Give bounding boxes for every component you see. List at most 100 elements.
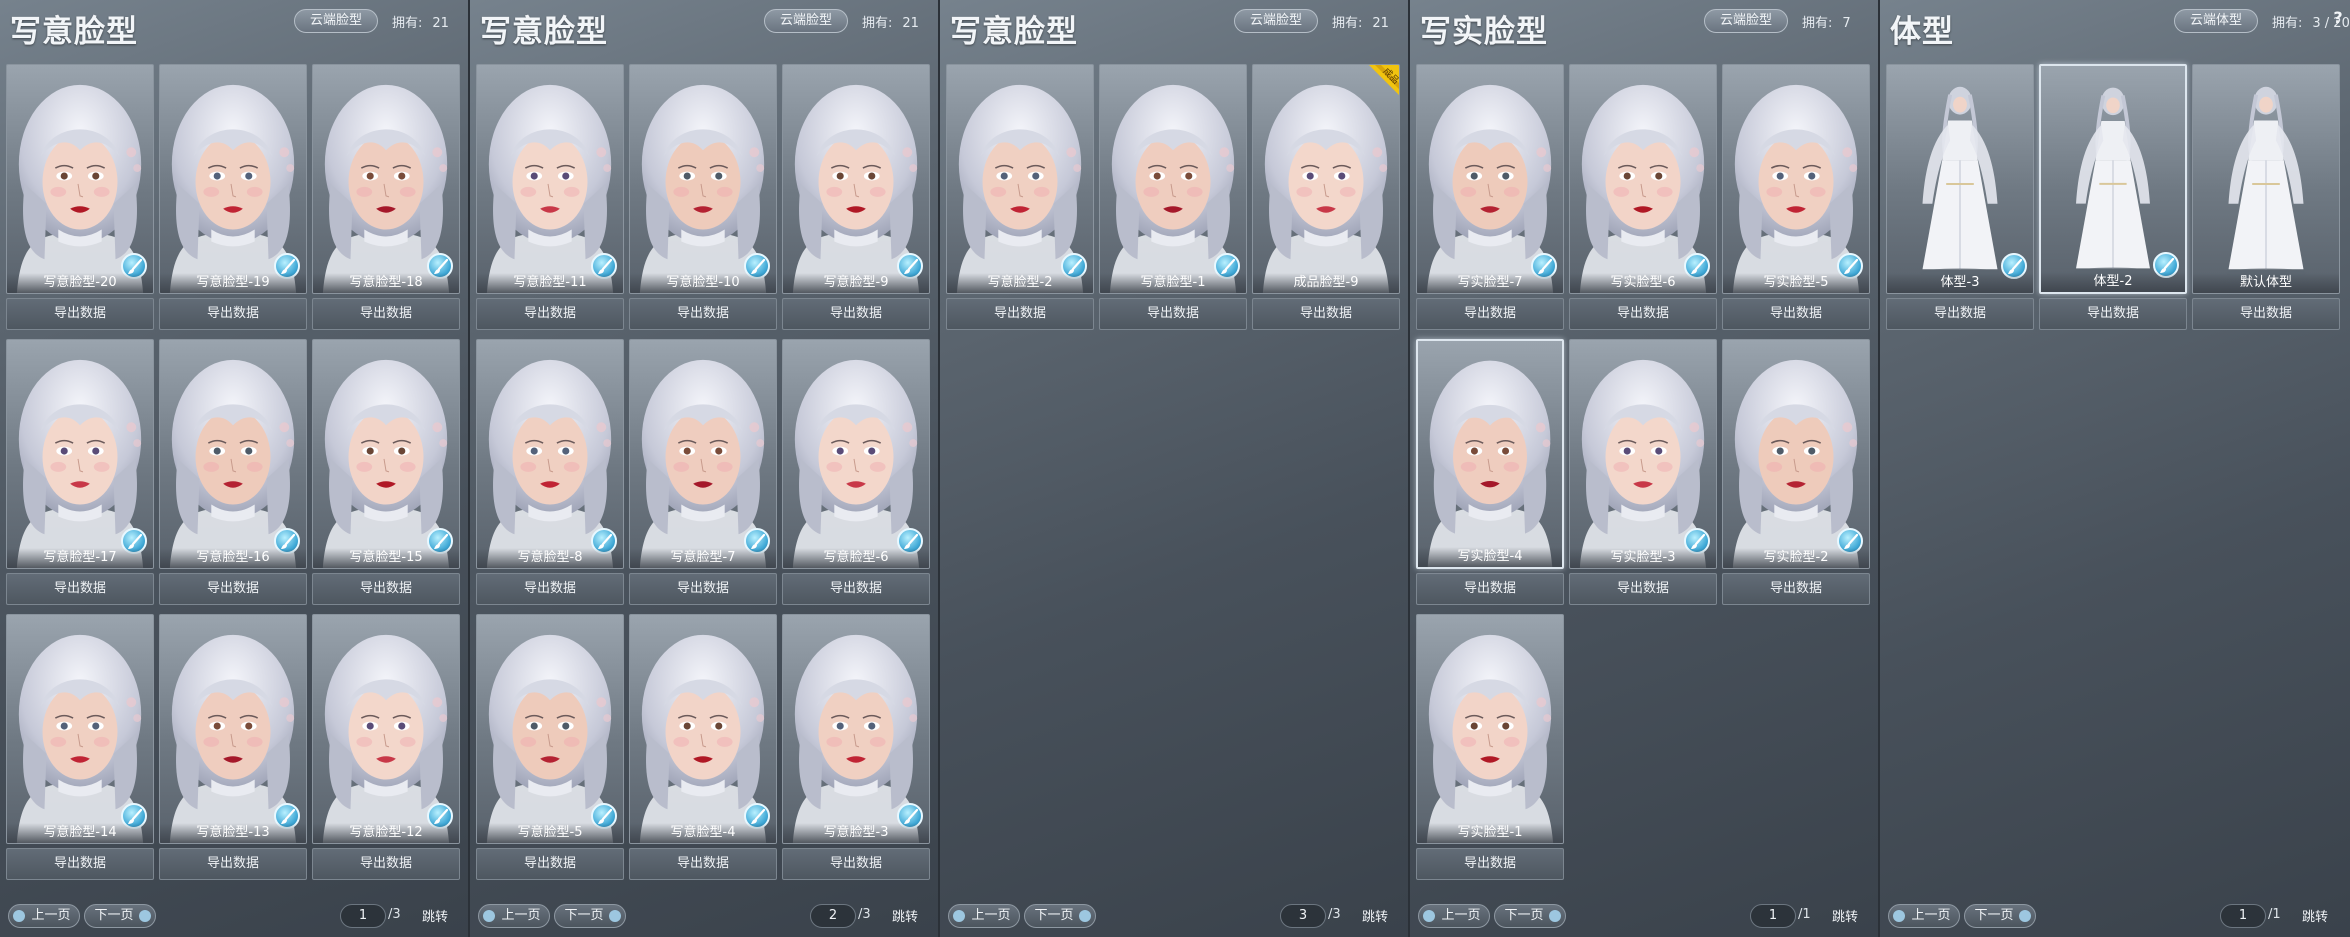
preset-card[interactable]: 写意脸型-14 bbox=[6, 614, 154, 844]
page-number-input[interactable]: 3 bbox=[1280, 904, 1326, 928]
body-portrait bbox=[2226, 86, 2306, 279]
preset-card[interactable]: 写意脸型-4 bbox=[629, 614, 777, 844]
page-number-input[interactable]: 1 bbox=[340, 904, 386, 928]
prev-page-button[interactable]: 上一页 bbox=[8, 904, 80, 928]
export-data-button[interactable]: 导出数据 bbox=[476, 848, 624, 880]
export-data-button[interactable]: 导出数据 bbox=[159, 848, 307, 880]
jump-button[interactable]: 跳转 bbox=[1832, 906, 1858, 925]
prev-page-button[interactable]: 上一页 bbox=[1418, 904, 1490, 928]
prev-page-button[interactable]: 上一页 bbox=[1888, 904, 1960, 928]
export-data-button[interactable]: 导出数据 bbox=[1886, 298, 2034, 330]
cloud-preset-button[interactable]: 云端脸型 bbox=[294, 9, 378, 33]
page-number-input[interactable]: 1 bbox=[2220, 904, 2266, 928]
export-data-button[interactable]: 导出数据 bbox=[476, 298, 624, 330]
cloud-preset-button[interactable]: 云端脸型 bbox=[1234, 9, 1318, 33]
export-data-button[interactable]: 导出数据 bbox=[159, 298, 307, 330]
export-data-button[interactable]: 导出数据 bbox=[1722, 298, 1870, 330]
export-data-button[interactable]: 导出数据 bbox=[1416, 848, 1564, 880]
preset-card[interactable]: 写实脸型-3 bbox=[1569, 339, 1717, 569]
export-data-button[interactable]: 导出数据 bbox=[782, 573, 930, 605]
preset-card[interactable]: 写意脸型-12 bbox=[312, 614, 460, 844]
export-data-button[interactable]: 导出数据 bbox=[312, 573, 460, 605]
preset-card[interactable]: 写实脸型-2 bbox=[1722, 339, 1870, 569]
export-data-button[interactable]: 导出数据 bbox=[476, 573, 624, 605]
preset-card[interactable]: 写意脸型-17 bbox=[6, 339, 154, 569]
export-data-button[interactable]: 导出数据 bbox=[629, 573, 777, 605]
export-data-button[interactable]: 导出数据 bbox=[629, 298, 777, 330]
preset-name: 写实脸型-3 bbox=[1570, 548, 1716, 568]
preset-card[interactable]: 写实脸型-7 bbox=[1416, 64, 1564, 294]
export-data-button[interactable]: 导出数据 bbox=[6, 848, 154, 880]
jump-button[interactable]: 跳转 bbox=[1362, 906, 1388, 925]
preset-name: 写实脸型-6 bbox=[1570, 273, 1716, 293]
preset-card[interactable]: 写意脸型-19 bbox=[159, 64, 307, 294]
question-icon[interactable]: ? bbox=[2330, 8, 2346, 28]
owned-count: 21 bbox=[902, 16, 919, 31]
preset-card[interactable]: 写意脸型-1 bbox=[1099, 64, 1247, 294]
preset-card[interactable]: 成品 成品脸型-9 bbox=[1252, 64, 1400, 294]
preset-slot: 写实脸型-6 导出数据 bbox=[1569, 64, 1717, 330]
jump-button[interactable]: 跳转 bbox=[892, 906, 918, 925]
preset-card[interactable]: 体型-2 bbox=[2039, 64, 2187, 294]
preset-card[interactable]: 写意脸型-9 bbox=[782, 64, 930, 294]
jump-button[interactable]: 跳转 bbox=[422, 906, 448, 925]
arrow-right-icon bbox=[609, 910, 621, 922]
export-data-button[interactable]: 导出数据 bbox=[782, 298, 930, 330]
preset-card[interactable]: 写意脸型-8 bbox=[476, 339, 624, 569]
export-data-button[interactable]: 导出数据 bbox=[1569, 573, 1717, 605]
page-total: /3 bbox=[1328, 907, 1341, 922]
preset-card[interactable]: 写意脸型-20 bbox=[6, 64, 154, 294]
preset-card[interactable]: 写意脸型-11 bbox=[476, 64, 624, 294]
export-data-button[interactable]: 导出数据 bbox=[1722, 573, 1870, 605]
page-number-input[interactable]: 1 bbox=[1750, 904, 1796, 928]
next-page-button[interactable]: 下一页 bbox=[1964, 904, 2036, 928]
preset-card[interactable]: 写意脸型-6 bbox=[782, 339, 930, 569]
next-page-button[interactable]: 下一页 bbox=[1024, 904, 1096, 928]
preset-card[interactable]: 默认体型 bbox=[2192, 64, 2340, 294]
next-page-button[interactable]: 下一页 bbox=[84, 904, 156, 928]
preset-card[interactable]: 写实脸型-1 bbox=[1416, 614, 1564, 844]
preset-card[interactable]: 写意脸型-16 bbox=[159, 339, 307, 569]
preset-card[interactable]: 写意脸型-15 bbox=[312, 339, 460, 569]
export-data-button[interactable]: 导出数据 bbox=[159, 573, 307, 605]
export-data-button[interactable]: 导出数据 bbox=[1569, 298, 1717, 330]
preset-card[interactable]: 写实脸型-6 bbox=[1569, 64, 1717, 294]
preset-card[interactable]: 写意脸型-2 bbox=[946, 64, 1094, 294]
preset-card[interactable]: 写实脸型-4 bbox=[1416, 339, 1564, 569]
preset-card[interactable]: 写意脸型-3 bbox=[782, 614, 930, 844]
export-data-button[interactable]: 导出数据 bbox=[312, 298, 460, 330]
cloud-preset-button[interactable]: 云端脸型 bbox=[764, 9, 848, 33]
preset-slot: 体型-3 导出数据 bbox=[1886, 64, 2034, 330]
export-data-button[interactable]: 导出数据 bbox=[782, 848, 930, 880]
preset-name: 写意脸型-13 bbox=[160, 823, 306, 843]
preset-card[interactable]: 写意脸型-5 bbox=[476, 614, 624, 844]
preset-card[interactable]: 体型-3 bbox=[1886, 64, 2034, 294]
export-data-button[interactable]: 导出数据 bbox=[6, 573, 154, 605]
prev-page-label: 上一页 bbox=[501, 908, 541, 923]
preset-card[interactable]: 写意脸型-7 bbox=[629, 339, 777, 569]
preset-card[interactable]: 写意脸型-18 bbox=[312, 64, 460, 294]
export-data-button[interactable]: 导出数据 bbox=[629, 848, 777, 880]
cloud-preset-button[interactable]: 云端体型 bbox=[2174, 9, 2258, 33]
prev-page-button[interactable]: 上一页 bbox=[948, 904, 1020, 928]
export-data-button[interactable]: 导出数据 bbox=[2039, 298, 2187, 330]
next-page-button[interactable]: 下一页 bbox=[554, 904, 626, 928]
export-data-button[interactable]: 导出数据 bbox=[1416, 573, 1564, 605]
preset-card[interactable]: 写实脸型-5 bbox=[1722, 64, 1870, 294]
export-data-button[interactable]: 导出数据 bbox=[6, 298, 154, 330]
jump-button[interactable]: 跳转 bbox=[2302, 906, 2328, 925]
preset-card[interactable]: 写意脸型-13 bbox=[159, 614, 307, 844]
export-data-button[interactable]: 导出数据 bbox=[312, 848, 460, 880]
page-number-input[interactable]: 2 bbox=[810, 904, 856, 928]
next-page-button[interactable]: 下一页 bbox=[1494, 904, 1566, 928]
export-data-button[interactable]: 导出数据 bbox=[2192, 298, 2340, 330]
export-data-button[interactable]: 导出数据 bbox=[946, 298, 1094, 330]
preset-name: 写意脸型-16 bbox=[160, 548, 306, 568]
export-data-button[interactable]: 导出数据 bbox=[1252, 298, 1400, 330]
preset-slot: 写实脸型-7 导出数据 bbox=[1416, 64, 1564, 330]
prev-page-button[interactable]: 上一页 bbox=[478, 904, 550, 928]
preset-card[interactable]: 写意脸型-10 bbox=[629, 64, 777, 294]
export-data-button[interactable]: 导出数据 bbox=[1416, 298, 1564, 330]
cloud-preset-button[interactable]: 云端脸型 bbox=[1704, 9, 1788, 33]
export-data-button[interactable]: 导出数据 bbox=[1099, 298, 1247, 330]
